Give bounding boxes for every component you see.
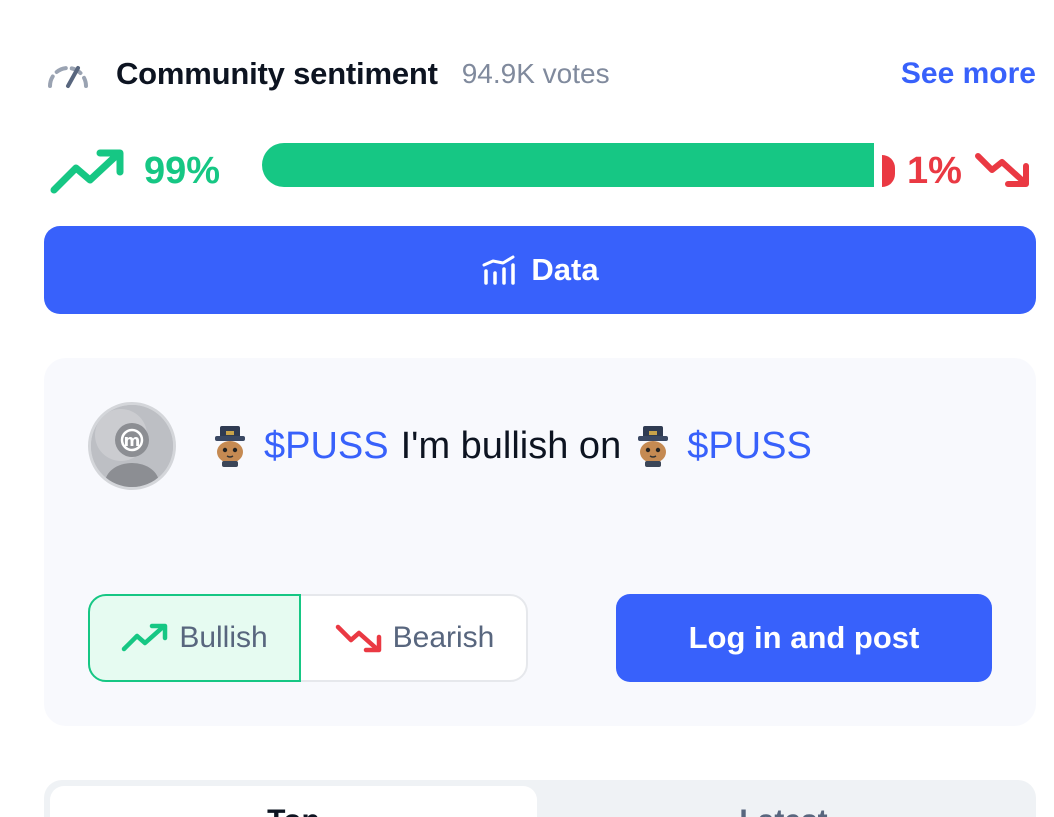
- bar-chart-icon: [482, 255, 516, 285]
- bullish-bar-fill: [262, 143, 874, 187]
- votes-count: 94.9K votes: [461, 58, 610, 89]
- ticker-link[interactable]: $PUSS: [687, 425, 812, 468]
- tab-top[interactable]: Top: [50, 786, 537, 817]
- sentiment-header: Community sentiment 94.9K votes See more: [46, 50, 1036, 98]
- bullish-toggle-button[interactable]: Bullish: [88, 594, 301, 682]
- trending-down-icon: [335, 624, 381, 653]
- trending-up-icon: [122, 623, 168, 652]
- bearish-percentage: 1%: [907, 150, 962, 192]
- cat-emoji-icon: [638, 426, 669, 467]
- bearish-label: Bearish: [392, 621, 495, 654]
- login-button-label: Log in and post: [688, 620, 920, 655]
- post-body-text: I'm bullish on: [400, 424, 622, 467]
- avatar: m: [88, 402, 176, 490]
- data-button[interactable]: Data: [44, 226, 1036, 314]
- bullish-label: Bullish: [179, 621, 268, 654]
- see-more-link[interactable]: See more: [901, 57, 1036, 91]
- sentiment-progress-bar: [262, 143, 895, 187]
- tab-latest[interactable]: Latest: [537, 786, 1030, 817]
- login-and-post-button[interactable]: Log in and post: [616, 594, 992, 682]
- section-title: Community sentiment: [116, 56, 438, 91]
- trending-down-icon: [975, 153, 1029, 187]
- sentiment-toggle: Bullish Bearish: [88, 594, 528, 682]
- post-composer: m $PUSS I'm bullish on $PUSS Bullish Bea…: [44, 358, 1036, 726]
- tab-top-label: Top: [267, 804, 320, 817]
- feed-tabs: Top Latest: [44, 780, 1036, 817]
- bearish-toggle-button[interactable]: Bearish: [301, 596, 528, 680]
- trending-up-icon: [50, 149, 124, 194]
- user-placeholder-icon: m: [91, 405, 173, 487]
- post-text[interactable]: $PUSS I'm bullish on $PUSS: [210, 424, 812, 468]
- ticker-link[interactable]: $PUSS: [264, 425, 389, 468]
- bullish-percentage: 99%: [144, 150, 221, 192]
- data-button-label: Data: [531, 252, 599, 287]
- bearish-bar-fill: [882, 155, 895, 187]
- tab-latest-label: Latest: [739, 804, 827, 817]
- gauge-icon: [46, 58, 92, 90]
- cat-emoji-icon: [215, 426, 245, 467]
- sentiment-bar-row: 99% 1%: [50, 140, 1036, 196]
